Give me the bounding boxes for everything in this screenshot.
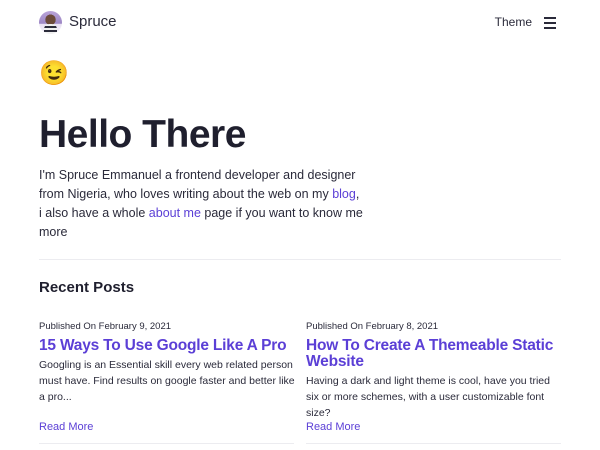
post-title-link[interactable]: 15 Ways To Use Google Like A Pro	[39, 338, 295, 354]
post-date: Published On February 9, 2021	[39, 321, 172, 332]
post-title-link[interactable]: How To Create A Themeable Static Website	[306, 338, 562, 370]
post-date: Published On February 8, 2021	[306, 321, 439, 332]
post-card-1: Published On February 9, 2021 15 Ways To…	[39, 321, 295, 405]
post-excerpt: Having a dark and light theme is cool, h…	[306, 375, 550, 419]
brand-name[interactable]: Spruce	[69, 13, 117, 30]
avatar[interactable]	[39, 11, 62, 34]
hamburger-menu-icon[interactable]	[544, 17, 556, 29]
read-more-link[interactable]: Read More	[39, 421, 93, 433]
hero-title: Hello There	[39, 113, 246, 156]
post-divider	[306, 443, 561, 444]
post-excerpt: Googling is an Essential skill every web…	[39, 359, 295, 403]
wink-emoji-icon: 😉	[39, 60, 69, 87]
read-more-link[interactable]: Read More	[306, 421, 360, 433]
intro-text: I'm Spruce Emmanuel a frontend developer…	[39, 166, 364, 242]
site-header: Spruce Theme	[39, 11, 561, 35]
theme-button[interactable]: Theme	[495, 15, 532, 29]
section-divider	[39, 259, 561, 260]
post-divider	[39, 443, 294, 444]
about-me-link[interactable]: about me	[149, 206, 201, 220]
post-card-2: Published On February 8, 2021 How To Cre…	[306, 321, 562, 421]
recent-posts-heading: Recent Posts	[39, 279, 135, 296]
blog-link[interactable]: blog	[332, 187, 356, 201]
intro-text-part-1: I'm Spruce Emmanuel a frontend developer…	[39, 168, 356, 201]
